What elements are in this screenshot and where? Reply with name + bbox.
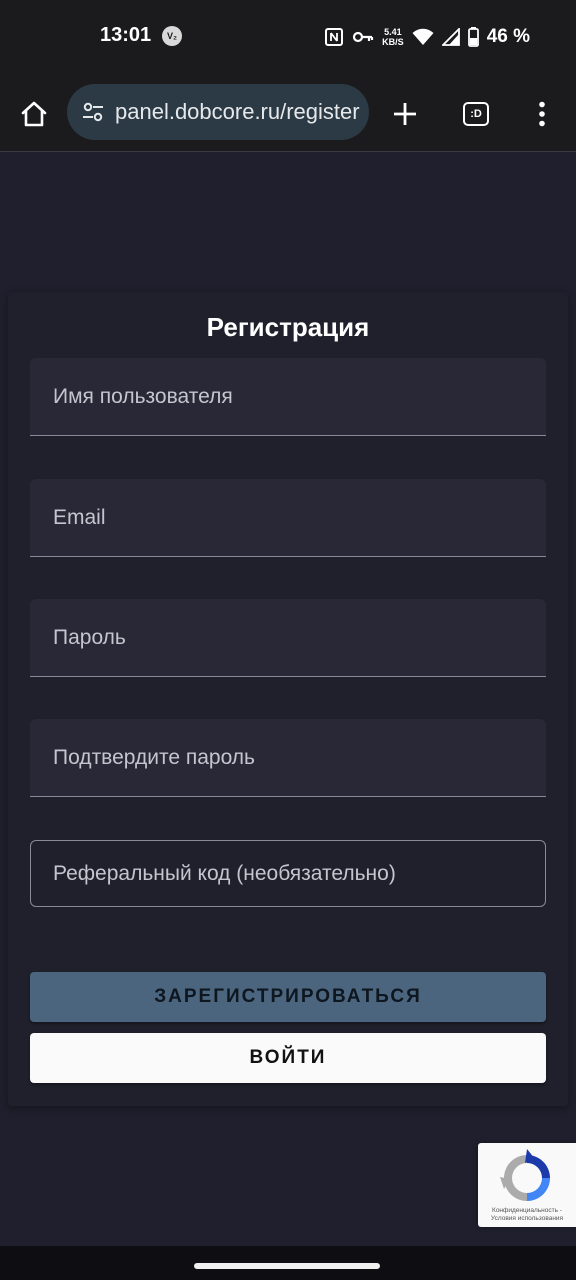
- browser-menu-button[interactable]: [524, 94, 560, 134]
- username-input[interactable]: [30, 358, 546, 435]
- recaptcha-terms-link[interactable]: Условия использования: [491, 1215, 563, 1222]
- nfc-icon: [324, 27, 344, 47]
- recaptcha-links: Конфиденциальность - Условия использован…: [478, 1207, 576, 1223]
- net-speed: 5.41 KB/S: [382, 27, 404, 47]
- gesture-handle[interactable]: [194, 1263, 380, 1269]
- wifi-icon: [412, 28, 434, 46]
- browser-toolbar: panel.dobcore.ru/register :D: [0, 72, 576, 152]
- recaptcha-badge[interactable]: Конфиденциальность - Условия использован…: [478, 1143, 576, 1227]
- vpn-key-icon: [352, 30, 374, 44]
- register-button[interactable]: ЗАРЕГИСТРИРОВАТЬСЯ: [30, 972, 546, 1022]
- net-speed-unit: KB/S: [382, 37, 404, 47]
- address-bar[interactable]: panel.dobcore.ru/register: [67, 84, 369, 140]
- referral-field-container: [30, 840, 546, 907]
- vz-badge-icon: V₂: [162, 26, 182, 46]
- confirm-password-field-container: [30, 719, 546, 797]
- more-vert-icon: [539, 101, 545, 127]
- url-text[interactable]: panel.dobcore.ru/register: [115, 99, 360, 125]
- tab-switcher-button[interactable]: :D: [458, 94, 494, 134]
- page-title: Регистрация: [206, 312, 370, 342]
- status-icons: 5.41 KB/S 46 %: [324, 24, 530, 50]
- referral-code-input[interactable]: [31, 841, 545, 906]
- battery-percent: 46 %: [486, 26, 530, 47]
- username-field-container: [30, 358, 546, 436]
- home-button[interactable]: [14, 94, 54, 134]
- battery-icon: [467, 27, 479, 47]
- login-button[interactable]: ВОЙТИ: [30, 1033, 546, 1083]
- new-tab-button[interactable]: [384, 94, 426, 134]
- confirm-password-input[interactable]: [30, 719, 546, 796]
- email-input[interactable]: [30, 479, 546, 556]
- status-bar: 13:01 V₂ 5.41 KB/S 46 %: [0, 0, 576, 72]
- tab-switcher-icon: :D: [463, 102, 489, 126]
- password-field-container: [30, 599, 546, 677]
- email-field-container: [30, 479, 546, 557]
- password-input[interactable]: [30, 599, 546, 676]
- registration-card: Регистрация ЗАРЕГИСТРИРОВАТЬСЯ ВОЙТИ: [8, 292, 568, 1106]
- system-nav-bar: [0, 1246, 576, 1280]
- home-icon: [21, 101, 47, 127]
- plus-icon: [394, 103, 416, 125]
- recaptcha-separator: -: [557, 1207, 562, 1214]
- site-settings-icon[interactable]: [71, 84, 115, 140]
- status-time: 13:01: [100, 24, 152, 46]
- recaptcha-privacy-link[interactable]: Конфиденциальность: [492, 1207, 558, 1214]
- recaptcha-icon: [500, 1149, 550, 1201]
- net-speed-value: 5.41: [384, 27, 402, 37]
- signal-icon: [441, 28, 460, 46]
